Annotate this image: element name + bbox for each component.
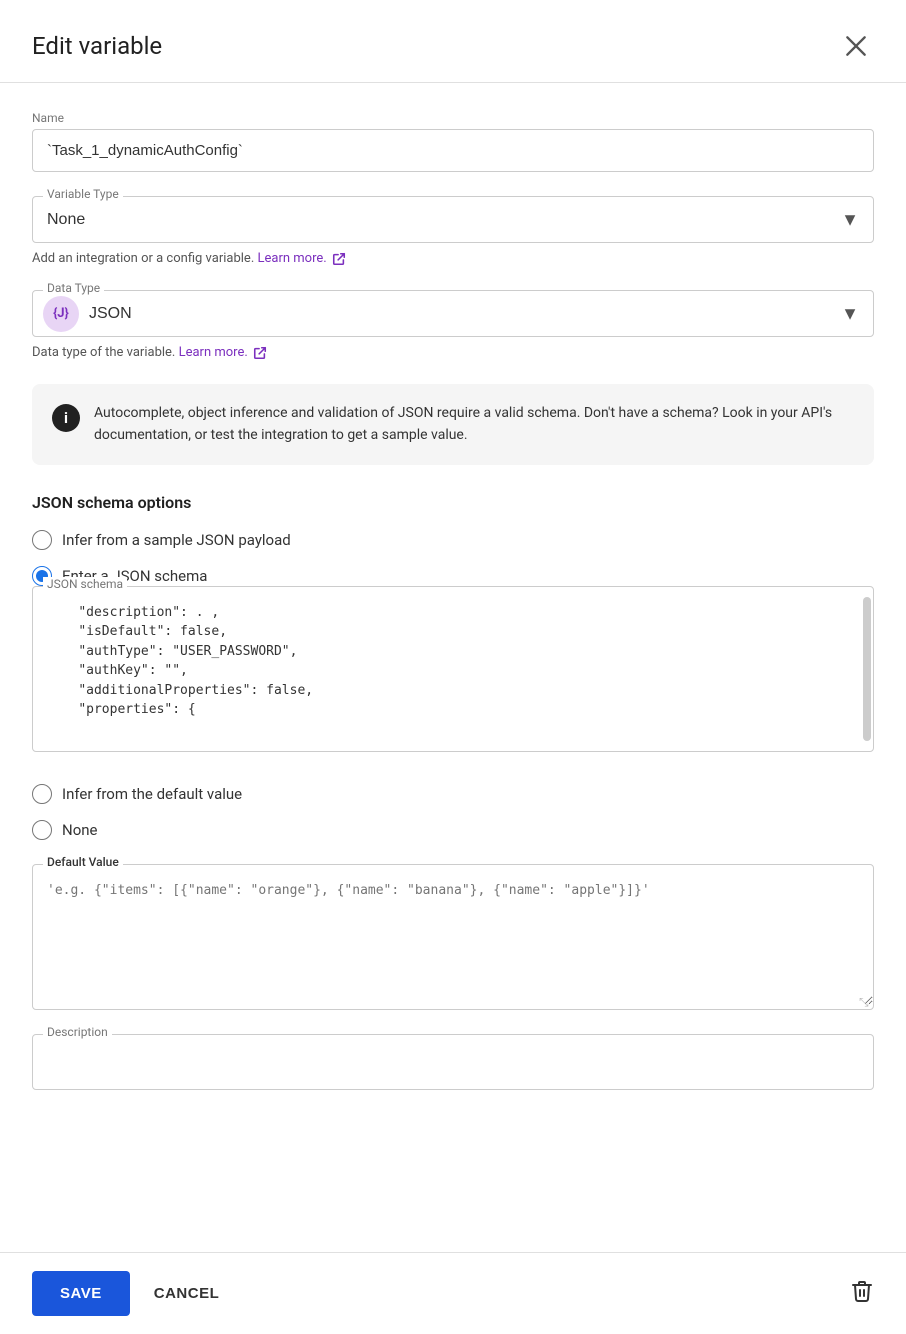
json-schema-wrapper: JSON schema "description": . , "isDefaul… bbox=[32, 586, 874, 752]
name-input[interactable] bbox=[32, 129, 874, 172]
default-value-label: Default Value bbox=[43, 855, 123, 869]
radio-infer-sample[interactable] bbox=[32, 530, 52, 550]
json-scrollbar[interactable] bbox=[863, 597, 871, 741]
default-value-wrapper: Default Value ⤡ bbox=[32, 864, 874, 1010]
data-type-select-wrapper: Data Type {J} JSON String Integer Boolea… bbox=[32, 290, 874, 337]
edit-variable-dialog: Edit variable Name Variable Type None In… bbox=[0, 0, 906, 1334]
json-schema-radio-group: Infer from a sample JSON payload Enter a… bbox=[32, 530, 874, 840]
name-label: Name bbox=[32, 111, 874, 125]
variable-type-group: Variable Type None Integration Config ▼ … bbox=[32, 196, 874, 266]
json-type-icon: {J} bbox=[43, 296, 79, 332]
radio-label-infer-default: Infer from the default value bbox=[62, 785, 242, 803]
description-textarea[interactable] bbox=[33, 1035, 873, 1085]
dialog-footer: SAVE CANCEL bbox=[0, 1252, 906, 1334]
enter-schema-section: Enter a JSON schema JSON schema "descrip… bbox=[32, 566, 874, 768]
radio-item-infer-default[interactable]: Infer from the default value bbox=[32, 784, 874, 804]
data-type-label: Data Type bbox=[43, 281, 104, 295]
description-label: Description bbox=[43, 1025, 112, 1039]
dialog-body: Name Variable Type None Integration Conf… bbox=[0, 83, 906, 1252]
json-schema-options-title: JSON schema options bbox=[32, 493, 874, 512]
cancel-button[interactable]: CANCEL bbox=[146, 1271, 228, 1316]
info-icon: i bbox=[52, 404, 80, 432]
variable-type-learn-more-link[interactable]: Learn more. bbox=[257, 251, 345, 266]
json-schema-textarea[interactable]: "description": . , "isDefault": false, "… bbox=[33, 587, 873, 747]
info-box: i Autocomplete, object inference and val… bbox=[32, 384, 874, 465]
delete-icon bbox=[850, 1279, 874, 1303]
data-type-group: Data Type {J} JSON String Integer Boolea… bbox=[32, 290, 874, 360]
radio-item-none[interactable]: None bbox=[32, 820, 874, 840]
variable-type-select-wrapper: Variable Type None Integration Config ▼ bbox=[32, 196, 874, 243]
external-link-icon bbox=[332, 252, 346, 266]
radio-infer-default[interactable] bbox=[32, 784, 52, 804]
radio-item-infer-sample[interactable]: Infer from a sample JSON payload bbox=[32, 530, 874, 550]
json-schema-float-label: JSON schema bbox=[43, 577, 127, 591]
info-text: Autocomplete, object inference and valid… bbox=[94, 402, 854, 447]
radio-item-enter-schema[interactable]: Enter a JSON schema bbox=[32, 566, 874, 586]
radio-label-infer-sample: Infer from a sample JSON payload bbox=[62, 531, 291, 549]
data-type-helper: Data type of the variable. Learn more. bbox=[32, 345, 874, 360]
close-button[interactable] bbox=[838, 28, 874, 64]
default-value-textarea[interactable] bbox=[33, 865, 873, 1005]
data-type-learn-more-link[interactable]: Learn more. bbox=[179, 345, 267, 360]
description-wrapper: Description bbox=[32, 1034, 874, 1090]
dialog-header: Edit variable bbox=[0, 0, 906, 83]
variable-type-select[interactable]: None Integration Config bbox=[33, 197, 873, 242]
variable-type-label: Variable Type bbox=[43, 187, 123, 201]
radio-none[interactable] bbox=[32, 820, 52, 840]
save-button[interactable]: SAVE bbox=[32, 1271, 130, 1316]
data-type-select[interactable]: JSON String Integer Boolean Number bbox=[79, 291, 873, 336]
dialog-title: Edit variable bbox=[32, 32, 162, 60]
variable-type-helper: Add an integration or a config variable.… bbox=[32, 251, 874, 266]
json-schema-options-group: JSON schema options Infer from a sample … bbox=[32, 493, 874, 840]
delete-button[interactable] bbox=[850, 1279, 874, 1309]
name-field-group: Name bbox=[32, 111, 874, 172]
data-type-external-link-icon bbox=[253, 346, 267, 360]
radio-label-none: None bbox=[62, 821, 98, 839]
resize-handle-icon: ⤡ bbox=[859, 995, 871, 1007]
